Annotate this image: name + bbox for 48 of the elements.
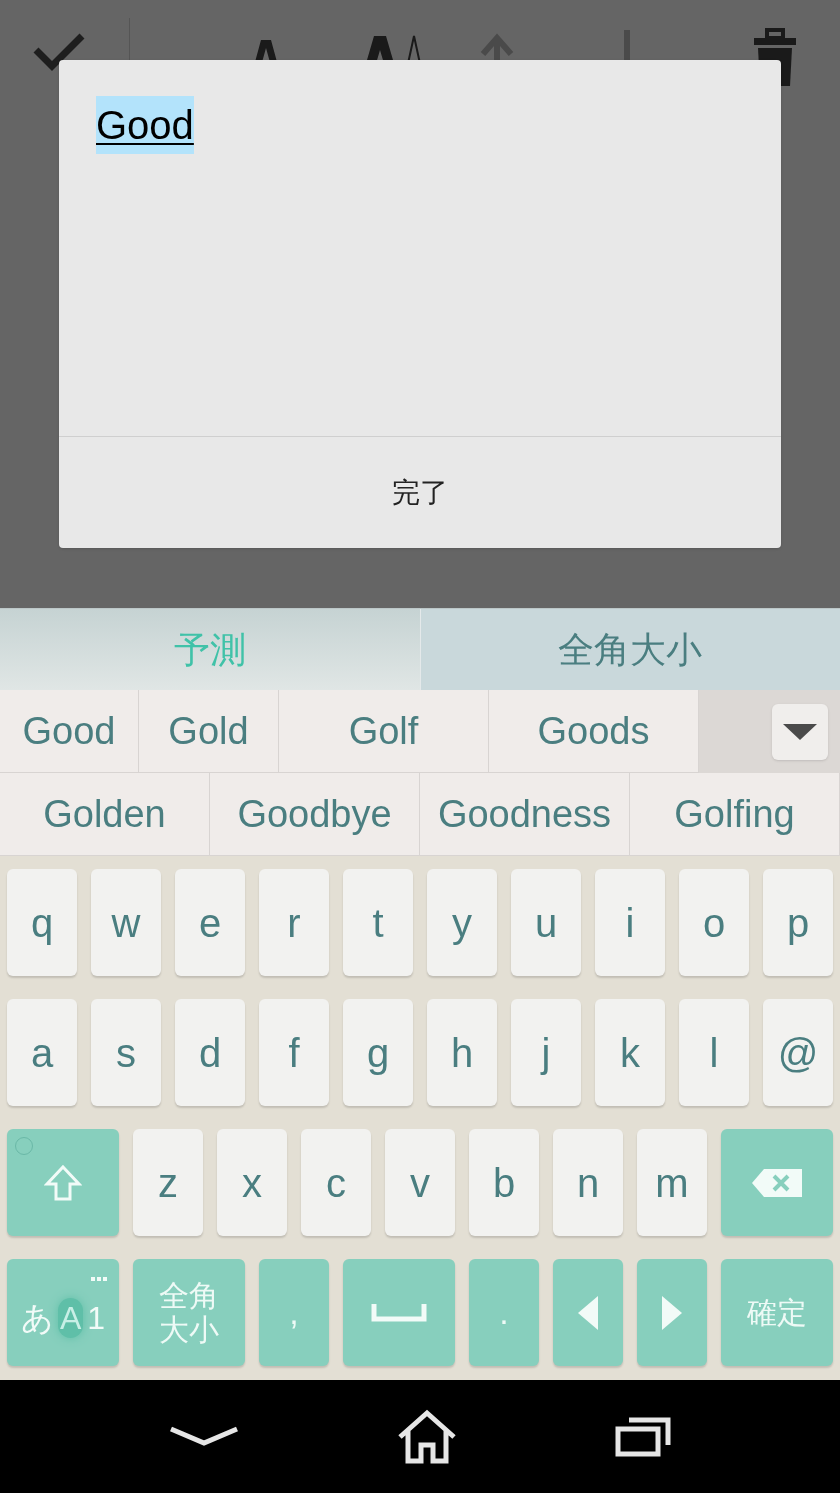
key[interactable]: i xyxy=(595,869,665,976)
key[interactable]: j xyxy=(511,999,581,1106)
key[interactable]: k xyxy=(595,999,665,1106)
key[interactable]: u xyxy=(511,869,581,976)
home-icon[interactable] xyxy=(396,1408,458,1465)
recents-icon[interactable] xyxy=(615,1416,672,1457)
key[interactable]: y xyxy=(427,869,497,976)
right-arrow-icon xyxy=(662,1295,682,1330)
key[interactable]: w xyxy=(91,869,161,976)
key[interactable]: l xyxy=(679,999,749,1106)
key[interactable]: o xyxy=(679,869,749,976)
key[interactable]: q xyxy=(7,869,77,976)
key[interactable]: n xyxy=(553,1129,623,1236)
text-input[interactable]: Good xyxy=(96,96,194,154)
space-icon xyxy=(371,1303,427,1322)
key[interactable]: s xyxy=(91,999,161,1106)
caret-down-icon xyxy=(783,721,817,742)
key[interactable]: a xyxy=(7,999,77,1106)
key[interactable]: x xyxy=(217,1129,287,1236)
done-button[interactable]: 完了 xyxy=(59,437,781,548)
suggestion-item[interactable]: Golfing xyxy=(630,773,840,856)
more-icon xyxy=(91,1277,107,1281)
key[interactable]: t xyxy=(343,869,413,976)
key[interactable]: b xyxy=(469,1129,539,1236)
suggestion-item[interactable]: Goodbye xyxy=(210,773,420,856)
keyboard-tab[interactable]: 全角大小 xyxy=(419,609,840,690)
key[interactable]: p xyxy=(763,869,833,976)
suggestion-item[interactable]: Golden xyxy=(0,773,210,856)
key[interactable]: f xyxy=(259,999,329,1106)
shift-icon xyxy=(44,1163,82,1202)
key[interactable]: g xyxy=(343,999,413,1106)
suggestion-item[interactable]: Golf xyxy=(279,690,489,773)
key[interactable]: r xyxy=(259,869,329,976)
backspace-icon xyxy=(752,1168,802,1197)
suggestion-item[interactable]: Good xyxy=(0,690,139,773)
key[interactable]: m xyxy=(637,1129,707,1236)
left-arrow-icon xyxy=(578,1295,598,1330)
key[interactable]: @ xyxy=(763,999,833,1106)
key[interactable]: z xyxy=(133,1129,203,1236)
key[interactable]: d xyxy=(175,999,245,1106)
suggestion-item[interactable]: Gold xyxy=(139,690,279,773)
key[interactable]: c xyxy=(301,1129,371,1236)
key[interactable]: h xyxy=(427,999,497,1106)
suggestion-item[interactable]: Goods xyxy=(489,690,699,773)
key[interactable]: e xyxy=(175,869,245,976)
expand-button[interactable] xyxy=(772,703,828,760)
key[interactable]: v xyxy=(385,1129,455,1236)
suggestion-item[interactable]: Goodness xyxy=(420,773,630,856)
